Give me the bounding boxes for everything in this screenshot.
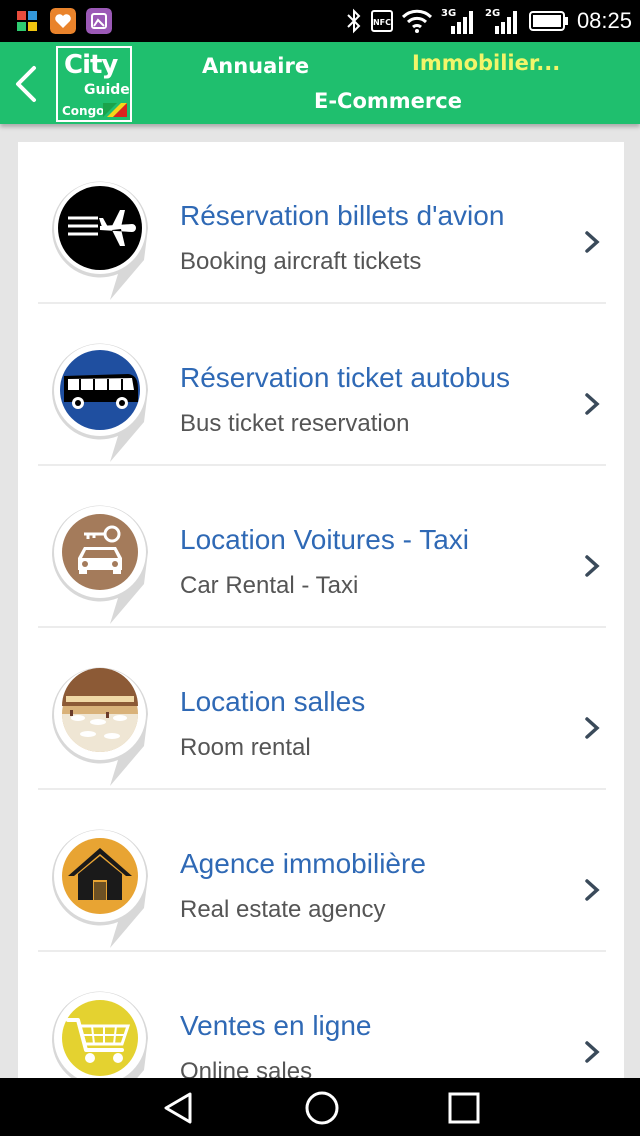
car-key-icon (52, 505, 148, 624)
item-subtitle: Real estate agency (180, 896, 386, 923)
app-header: City Guide Congo Annuaire Immobilier... … (0, 42, 640, 124)
logo-congo-text: Congo (62, 104, 105, 118)
item-title: Réservation ticket autobus (180, 362, 510, 393)
signal-3g-icon: 3G (441, 8, 473, 34)
nav-back-icon[interactable] (158, 1090, 198, 1126)
item-subtitle: Room rental (180, 734, 311, 761)
tab-immobilier[interactable]: Immobilier... (412, 51, 560, 75)
tab-e-commerce[interactable]: E-Commerce (314, 89, 462, 113)
chevron-right-icon (585, 1041, 600, 1063)
item-subtitle: Car Rental - Taxi (180, 572, 359, 599)
svg-text:2G: 2G (485, 8, 500, 19)
puzzle-app-icon (17, 11, 37, 31)
congo-flag-icon (103, 103, 127, 117)
shopping-cart-icon (52, 991, 148, 1078)
bluetooth-icon (347, 8, 361, 34)
logo-guide-text: Guide (84, 82, 130, 98)
chevron-right-icon (585, 231, 600, 253)
item-subtitle: Online sales (180, 1058, 313, 1078)
logo-city-text: City (64, 50, 118, 80)
heart-app-icon (50, 8, 76, 34)
item-title: Agence immobilière (180, 848, 426, 879)
wifi-icon (401, 9, 432, 33)
svg-text:3G: 3G (441, 8, 456, 19)
content-area: Réservation billets d'avion Booking airc… (0, 124, 640, 1078)
nfc-icon: NFC (370, 10, 393, 32)
item-subtitle: Booking aircraft tickets (180, 248, 422, 275)
chevron-right-icon (585, 879, 600, 901)
system-nav-bar (0, 1078, 640, 1136)
clock: 08:25 (576, 8, 632, 33)
chevron-right-icon (585, 555, 600, 577)
city-guide-logo[interactable]: City Guide Congo (56, 46, 132, 122)
item-subtitle: Bus ticket reservation (180, 410, 410, 437)
banquet-room-photo (52, 667, 148, 786)
gallery-app-icon (86, 8, 112, 34)
item-title: Ventes en ligne (180, 1010, 372, 1041)
nav-recents-icon[interactable] (444, 1090, 484, 1126)
status-bar: NFC 3G 2G 08:25 (0, 0, 640, 42)
item-title: Réservation billets d'avion (180, 200, 505, 231)
battery-icon (528, 11, 568, 31)
list-item-car-rental[interactable]: Location Voitures - Taxi Car Rental - Ta… (18, 466, 624, 628)
item-title: Location salles (180, 686, 366, 717)
nav-home-icon[interactable] (302, 1090, 342, 1126)
airplane-icon (52, 181, 148, 300)
tab-annuaire[interactable]: Annuaire (202, 54, 309, 78)
list-item-flight-booking[interactable]: Réservation billets d'avion Booking airc… (18, 142, 624, 304)
item-title: Location Voitures - Taxi (180, 524, 469, 555)
list-item-online-sales[interactable]: Ventes en ligne Online sales (18, 952, 624, 1078)
house-icon (52, 829, 148, 948)
list-item-real-estate[interactable]: Agence immobilière Real estate agency (18, 790, 624, 952)
svg-text:NFC: NFC (373, 18, 391, 27)
signal-2g-icon: 2G (485, 8, 517, 34)
back-arrow-icon[interactable] (10, 62, 44, 106)
category-list: Réservation billets d'avion Booking airc… (18, 142, 624, 1078)
list-item-bus-ticket[interactable]: Réservation ticket autobus Bus ticket re… (18, 304, 624, 466)
bus-icon (52, 343, 148, 462)
list-item-room-rental[interactable]: Location salles Room rental (18, 628, 624, 790)
chevron-right-icon (585, 393, 600, 415)
chevron-right-icon (585, 717, 600, 739)
